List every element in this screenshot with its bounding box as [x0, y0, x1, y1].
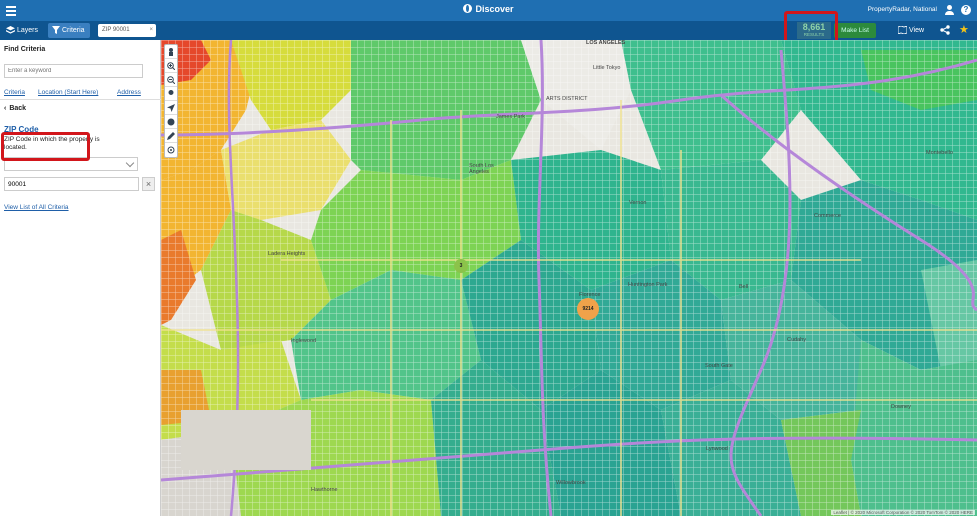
map-label: Hawthorne [311, 487, 338, 493]
account-name[interactable]: PropertyRadar, National [868, 6, 937, 13]
draw-tool[interactable] [165, 129, 177, 143]
zoom-in-button[interactable] [165, 59, 177, 73]
layers-icon [6, 26, 15, 34]
criteria-search-input[interactable] [4, 64, 143, 78]
zip-code-input[interactable] [4, 177, 139, 191]
zoom-out-icon [167, 76, 175, 84]
criteria-tabs: Criteria Location (Start Here) Address [0, 88, 161, 100]
tab-location[interactable]: Location (Start Here) [38, 89, 98, 96]
tab-criteria[interactable]: Criteria [4, 89, 25, 96]
property-cluster[interactable]: 3 [454, 259, 468, 273]
map-label: South Gate [705, 363, 733, 369]
globe-tool[interactable] [165, 115, 177, 129]
map-label: James Park [496, 114, 526, 120]
map-label: South Los Angeles [469, 163, 494, 175]
map-label: Commerce [814, 213, 841, 219]
criteria-button[interactable]: Criteria [48, 23, 90, 38]
star-icon[interactable]: ★ [959, 23, 969, 37]
layers-label: Layers [17, 27, 39, 34]
layers-button[interactable]: Layers [2, 23, 44, 38]
map-basemap [161, 40, 977, 516]
map-label: Inglewood [291, 338, 317, 344]
map-label: Little Tokyo [593, 65, 621, 71]
map-tools [164, 44, 178, 158]
map-label: Cudahy [787, 337, 806, 343]
map-label: LOS ANGELES [586, 40, 626, 46]
zoom-in-icon [167, 62, 175, 70]
highlight-zip-input [1, 132, 90, 161]
pegman-icon [169, 48, 173, 56]
locate-button[interactable] [165, 101, 177, 115]
clear-zip-button[interactable]: × [142, 177, 155, 191]
globe-icon [167, 118, 175, 126]
pencil-icon [167, 132, 175, 140]
map-label: Vernon [629, 200, 647, 206]
filter-icon [52, 26, 60, 34]
clear-icon: × [145, 179, 152, 189]
back-button[interactable]: ‹ Back [4, 105, 26, 112]
pin-icon [168, 90, 174, 98]
view-all-criteria-link[interactable]: View List of All Criteria [4, 204, 69, 211]
map-label: Montebello [926, 150, 953, 156]
map-label: Florence [579, 292, 601, 298]
make-list-button[interactable]: Make List [834, 23, 876, 38]
chevron-down-icon [125, 158, 135, 168]
target-icon [167, 146, 175, 154]
map-label: Huntington Park [628, 282, 668, 288]
help-icon[interactable]: ? [961, 5, 971, 15]
location-arrow-icon [167, 104, 175, 112]
map-label: Lynwood [706, 446, 728, 452]
view-label: View [909, 27, 925, 34]
map-view-icon [897, 25, 908, 35]
criteria-label: Criteria [62, 27, 85, 34]
filter-chip[interactable]: ZIP 90001 × [98, 24, 156, 37]
filter-chip-label: ZIP 90001 [102, 27, 130, 33]
pin-tool[interactable] [165, 87, 177, 101]
globe-icon [463, 4, 473, 13]
close-icon[interactable]: × [149, 24, 153, 37]
app-title-text: Discover [475, 4, 514, 14]
tab-address[interactable]: Address [117, 89, 141, 96]
user-icon[interactable] [945, 5, 954, 15]
map-attribution[interactable]: Leaflet | © 2020 Microsoft Corporation ©… [831, 510, 975, 515]
map-label: Downey [891, 404, 911, 410]
criteria-panel: Find Criteria Criteria Location (Start H… [0, 40, 161, 516]
map-canvas[interactable]: 3 9214 LOS ANGELES Little Tokyo ARTS DIS… [161, 40, 977, 516]
map-label: Willowbrook [556, 480, 586, 486]
property-cluster[interactable]: 9214 [577, 298, 599, 320]
map-label: Bell [739, 284, 749, 290]
chevron-left-icon: ‹ [4, 105, 7, 112]
measure-tool[interactable] [165, 143, 177, 157]
map-label: Ladera Heights [268, 251, 306, 257]
street-view-tool[interactable] [165, 45, 177, 59]
panel-title: Find Criteria [4, 46, 46, 53]
zoom-out-button[interactable] [165, 73, 177, 87]
share-icon[interactable] [940, 25, 950, 35]
back-label: Back [9, 105, 27, 112]
view-button[interactable]: View [894, 23, 928, 38]
map-label: ARTS DISTRICT [546, 96, 588, 102]
